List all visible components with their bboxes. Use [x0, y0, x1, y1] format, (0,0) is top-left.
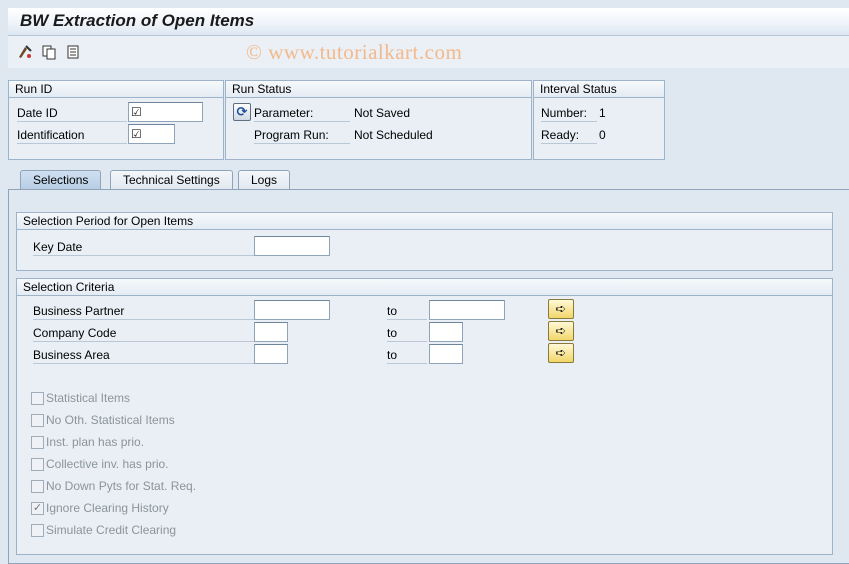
statistical-items-label: Statistical Items — [46, 391, 131, 405]
checkmark-icon: ✓ — [32, 502, 43, 514]
business-partner-label: Business Partner — [33, 302, 255, 320]
number-label: Number: — [541, 104, 597, 122]
tab-technical-settings[interactable]: Technical Settings — [110, 170, 233, 190]
title-bar: BW Extraction of Open Items — [8, 8, 849, 36]
company-code-from-field[interactable] — [254, 322, 288, 342]
multiple-selection-button[interactable]: ➪ — [548, 343, 574, 363]
interval-status-header: Interval Status — [534, 81, 664, 98]
selection-criteria-header: Selection Criteria — [17, 279, 832, 296]
watermark: © www.tutorialkart.com — [246, 40, 463, 64]
statistical-items-checkbox[interactable] — [31, 392, 44, 405]
multiple-selection-button[interactable]: ➪ — [548, 299, 574, 319]
date-id-label: Date ID — [17, 104, 127, 122]
interval-status-group: Interval Status Number: 1 Ready: 0 — [533, 80, 665, 160]
number-value: 1 — [599, 106, 606, 120]
refresh-button[interactable]: ⟳ — [233, 103, 251, 121]
business-area-label: Business Area — [33, 346, 255, 364]
inst-plan-prio-checkbox[interactable] — [31, 436, 44, 449]
multiple-selection-button[interactable]: ➪ — [548, 321, 574, 341]
to-label: to — [387, 302, 427, 320]
key-date-label: Key Date — [33, 238, 255, 256]
key-date-field[interactable] — [254, 236, 330, 256]
arrow-right-icon: ➪ — [555, 323, 567, 338]
variant-icon[interactable] — [65, 44, 81, 60]
arrow-right-icon: ➪ — [555, 301, 567, 316]
program-run-value: Not Scheduled — [354, 128, 433, 142]
ready-value: 0 — [599, 128, 606, 142]
identification-label: Identification — [17, 126, 127, 144]
inst-plan-prio-label: Inst. plan has prio. — [46, 435, 145, 449]
parameter-label: Parameter: — [254, 104, 350, 122]
identification-field[interactable]: ☑ — [128, 124, 175, 144]
company-code-label: Company Code — [33, 324, 255, 342]
selection-criteria-group: Selection Criteria Business Partner to ➪… — [16, 278, 833, 555]
ignore-clearing-history-label: Ignore Clearing History — [46, 501, 169, 515]
selection-period-header: Selection Period for Open Items — [17, 213, 832, 230]
no-oth-statistical-items-label: No Oth. Statistical Items — [46, 413, 175, 427]
program-run-label: Program Run: — [254, 126, 350, 144]
tab-logs[interactable]: Logs — [238, 170, 291, 190]
selection-period-group: Selection Period for Open Items Key Date — [16, 212, 833, 271]
collective-inv-prio-checkbox[interactable] — [31, 458, 44, 471]
window-title: BW Extraction of Open Items — [20, 11, 255, 30]
run-status-group: Run Status ⟳ Parameter: Not Saved Progra… — [225, 80, 532, 160]
tab-selections[interactable]: Selections — [20, 170, 102, 190]
checkbox-icon: ☑ — [131, 105, 142, 119]
company-code-to-field[interactable] — [429, 322, 463, 342]
simulate-credit-clearing-checkbox[interactable] — [31, 524, 44, 537]
run-id-group: Run ID Date ID ☑ Identification ☑ — [8, 80, 224, 160]
business-area-to-field[interactable] — [429, 344, 463, 364]
to-label: to — [387, 346, 427, 364]
parameter-value: Not Saved — [354, 106, 411, 120]
no-oth-statistical-items-checkbox[interactable] — [31, 414, 44, 427]
business-partner-from-field[interactable] — [254, 300, 330, 320]
ignore-clearing-history-checkbox[interactable]: ✓ — [31, 502, 44, 515]
run-status-header: Run Status — [226, 81, 531, 98]
execute-icon[interactable] — [17, 44, 33, 60]
refresh-icon: ⟳ — [236, 104, 248, 119]
checkbox-icon: ☑ — [131, 127, 142, 141]
collective-inv-prio-label: Collective inv. has prio. — [46, 457, 169, 471]
arrow-right-icon: ➪ — [555, 345, 567, 360]
simulate-credit-clearing-label: Simulate Credit Clearing — [46, 523, 177, 537]
date-id-field[interactable]: ☑ — [128, 102, 203, 122]
to-label: to — [387, 324, 427, 342]
run-id-header: Run ID — [9, 81, 223, 98]
no-down-pyts-checkbox[interactable] — [31, 480, 44, 493]
no-down-pyts-label: No Down Pyts for Stat. Req. — [46, 479, 197, 493]
tab-strip: Selections Technical Settings Logs — [8, 170, 849, 190]
selections-panel: Selection Period for Open Items Key Date… — [8, 189, 849, 564]
business-partner-to-field[interactable] — [429, 300, 505, 320]
ready-label: Ready: — [541, 126, 597, 144]
business-area-from-field[interactable] — [254, 344, 288, 364]
copy-icon[interactable] — [41, 44, 57, 60]
